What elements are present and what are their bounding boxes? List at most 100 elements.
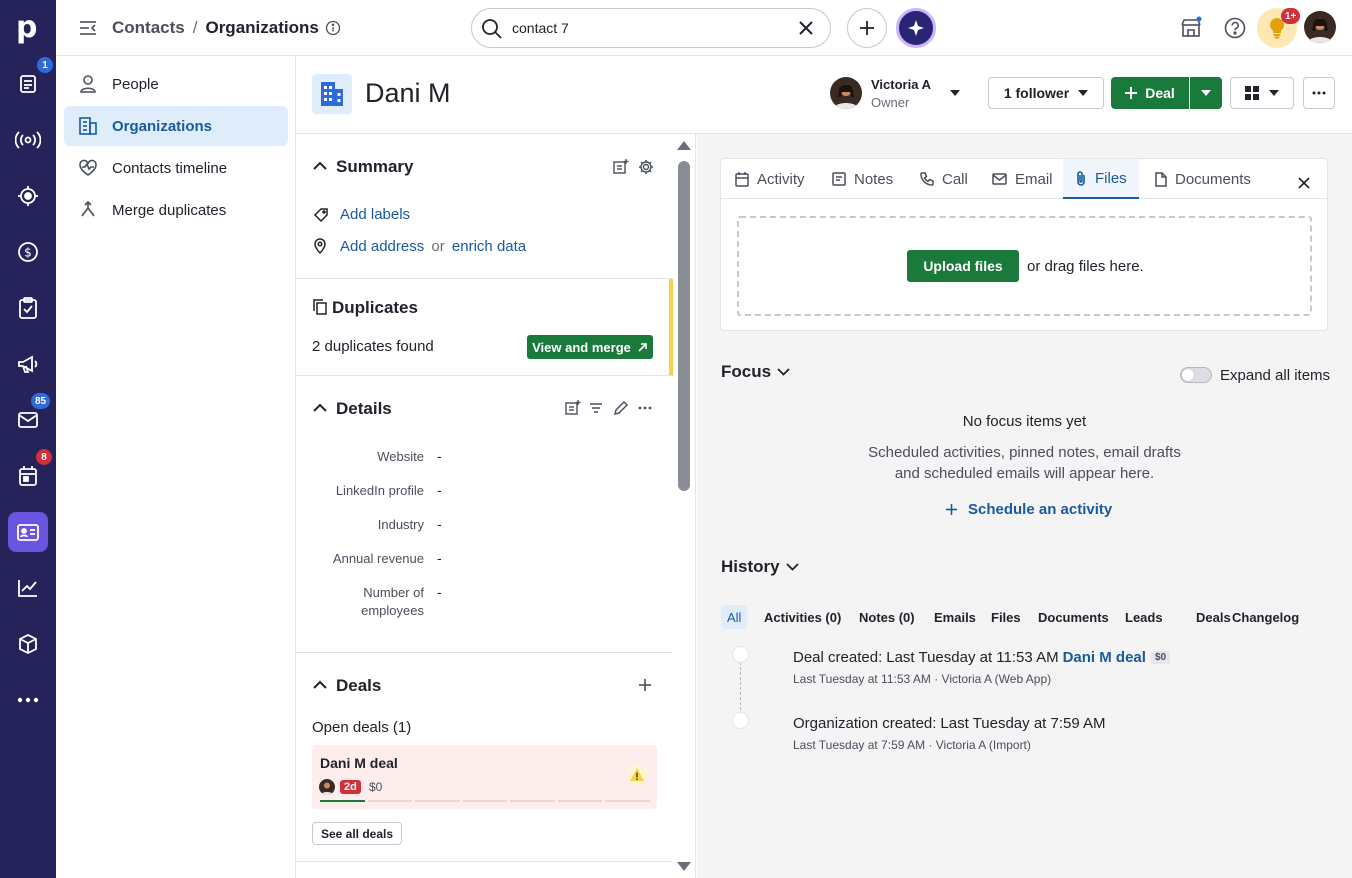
tasks-clipboard-icon[interactable] (8, 288, 48, 328)
history-filter-leads[interactable]: Leads (1119, 605, 1169, 629)
search-bar[interactable]: contact 7 (471, 8, 831, 48)
expand-all-toggle[interactable] (1180, 367, 1212, 383)
add-address-link[interactable]: Add address (340, 238, 424, 255)
info-icon[interactable] (325, 20, 341, 36)
scroll-down-arrow[interactable] (677, 862, 691, 871)
breadcrumb: Contacts / Organizations (112, 18, 341, 38)
more-dots-icon[interactable] (638, 406, 652, 410)
chevron-up-icon[interactable] (313, 403, 327, 412)
svg-text:$: $ (24, 246, 32, 260)
field-value-linkedin[interactable]: - (437, 482, 442, 498)
help-icon[interactable] (1223, 16, 1247, 40)
tab-activity[interactable]: Activity (735, 159, 805, 199)
tab-email[interactable]: Email (992, 159, 1053, 199)
more-actions-button[interactable] (1303, 77, 1335, 109)
filter-icon[interactable] (589, 402, 603, 414)
see-all-deals-button[interactable]: See all deals (312, 822, 402, 845)
add-field-icon[interactable] (613, 159, 629, 175)
file-drop-zone[interactable]: Upload files or drag files here. (737, 216, 1312, 316)
tab-call[interactable]: Call (920, 159, 968, 199)
field-label-annual-revenue: Annual revenue (332, 551, 424, 566)
followers-button[interactable]: 1 follower (988, 77, 1104, 109)
edit-pencil-icon[interactable] (613, 400, 629, 416)
field-value-website[interactable]: - (437, 448, 442, 464)
history-filter-emails[interactable]: Emails (928, 605, 982, 629)
marketplace-icon[interactable] (1179, 16, 1203, 40)
enrich-data-link[interactable]: enrich data (452, 238, 526, 255)
contacts-card-icon[interactable] (8, 512, 48, 552)
deal-owner-avatar (319, 779, 335, 795)
field-value-employees[interactable]: - (437, 584, 442, 600)
owner-role: Owner (871, 95, 910, 110)
view-and-merge-button[interactable]: View and merge (527, 335, 653, 359)
deal-card-title[interactable]: Dani M deal (320, 755, 398, 771)
tab-files[interactable]: Files (1063, 159, 1139, 199)
field-value-annual-revenue[interactable]: - (437, 550, 442, 566)
history-title: History (721, 557, 780, 576)
deals-title[interactable]: Deals (336, 676, 381, 696)
user-avatar[interactable] (1304, 11, 1336, 43)
upload-files-button[interactable]: Upload files (907, 250, 1019, 282)
add-field-icon[interactable] (565, 400, 581, 416)
history-filter-notes[interactable]: Notes (0) (853, 605, 921, 629)
building-icon (78, 116, 100, 136)
subnav-item-organizations[interactable]: Organizations (64, 106, 288, 146)
breadcrumb-contacts[interactable]: Contacts (112, 18, 185, 38)
organization-name[interactable]: Dani M (365, 78, 451, 109)
scrollbar-thumb[interactable] (678, 161, 690, 491)
target-icon[interactable] (8, 176, 48, 216)
tab-documents[interactable]: Documents (1155, 159, 1251, 199)
deals-dollar-icon[interactable]: $ (8, 232, 48, 272)
subnav-item-people[interactable]: People (64, 64, 288, 104)
collapse-menu-icon[interactable] (78, 18, 98, 38)
chevron-up-icon[interactable] (313, 161, 327, 170)
focus-toggle[interactable]: Focus (721, 362, 790, 382)
field-value-industry[interactable]: - (437, 516, 442, 532)
quick-add-button[interactable] (847, 8, 887, 48)
leads-inbox-icon[interactable]: 1 (8, 57, 53, 104)
tips-bulb-button[interactable]: 1+ (1257, 8, 1301, 48)
search-input[interactable]: contact 7 (512, 20, 569, 36)
warning-icon (627, 765, 647, 785)
insights-chart-icon[interactable] (8, 568, 48, 608)
tab-notes[interactable]: Notes (832, 159, 893, 199)
history-filter-documents[interactable]: Documents (1032, 605, 1115, 629)
details-title[interactable]: Details (336, 399, 392, 419)
history-filter-files[interactable]: Files (985, 605, 1027, 629)
deal-stage-progress (320, 800, 651, 802)
ai-assistant-button[interactable] (896, 8, 936, 48)
history-entry-meta: Last Tuesday at 7:59 AM · Victoria A (Im… (793, 738, 1031, 752)
add-deal-button[interactable]: Deal (1111, 77, 1189, 109)
subnav-item-merge-duplicates[interactable]: Merge duplicates (64, 190, 288, 230)
add-labels-link[interactable]: Add labels (340, 206, 410, 223)
subnav-item-contacts-timeline[interactable]: Contacts timeline (64, 148, 288, 188)
history-filter-activities[interactable]: Activities (0) (758, 605, 847, 629)
products-box-icon[interactable] (8, 624, 48, 664)
pipedrive-logo[interactable]: p (16, 12, 40, 44)
history-filter-all[interactable]: All (721, 605, 748, 629)
summary-title[interactable]: Summary (336, 157, 413, 177)
mail-icon[interactable]: 85 (8, 393, 51, 440)
megaphone-icon[interactable] (8, 344, 48, 384)
chevron-up-icon[interactable] (313, 680, 327, 689)
deal-card[interactable]: Dani M deal 2d $0 (312, 745, 657, 809)
phone-icon (920, 172, 934, 186)
history-filter-changelog[interactable]: Changelog (1226, 605, 1305, 629)
add-deal-plus-icon[interactable] (639, 679, 651, 691)
broadcast-icon[interactable] (8, 120, 48, 160)
scroll-up-arrow[interactable] (677, 141, 691, 150)
view-layout-button[interactable] (1230, 77, 1294, 109)
settings-gear-icon[interactable] (638, 159, 654, 175)
schedule-activity-link[interactable]: Schedule an activity (946, 501, 1112, 518)
owner-selector[interactable]: Victoria A Owner (830, 76, 970, 112)
deal-options-button[interactable] (1190, 77, 1222, 109)
activity-panel: Activity Notes Call Email Files Document… (697, 134, 1352, 878)
or-text: or (431, 238, 445, 255)
clear-search-icon[interactable] (798, 20, 814, 36)
timeline-dot (732, 646, 749, 663)
history-deal-link[interactable]: Dani M deal (1063, 649, 1146, 666)
history-toggle[interactable]: History (721, 557, 799, 577)
calendar-icon[interactable]: 8 (8, 449, 52, 496)
close-icon[interactable] (1298, 177, 1310, 189)
more-dots-icon[interactable] (8, 680, 48, 720)
